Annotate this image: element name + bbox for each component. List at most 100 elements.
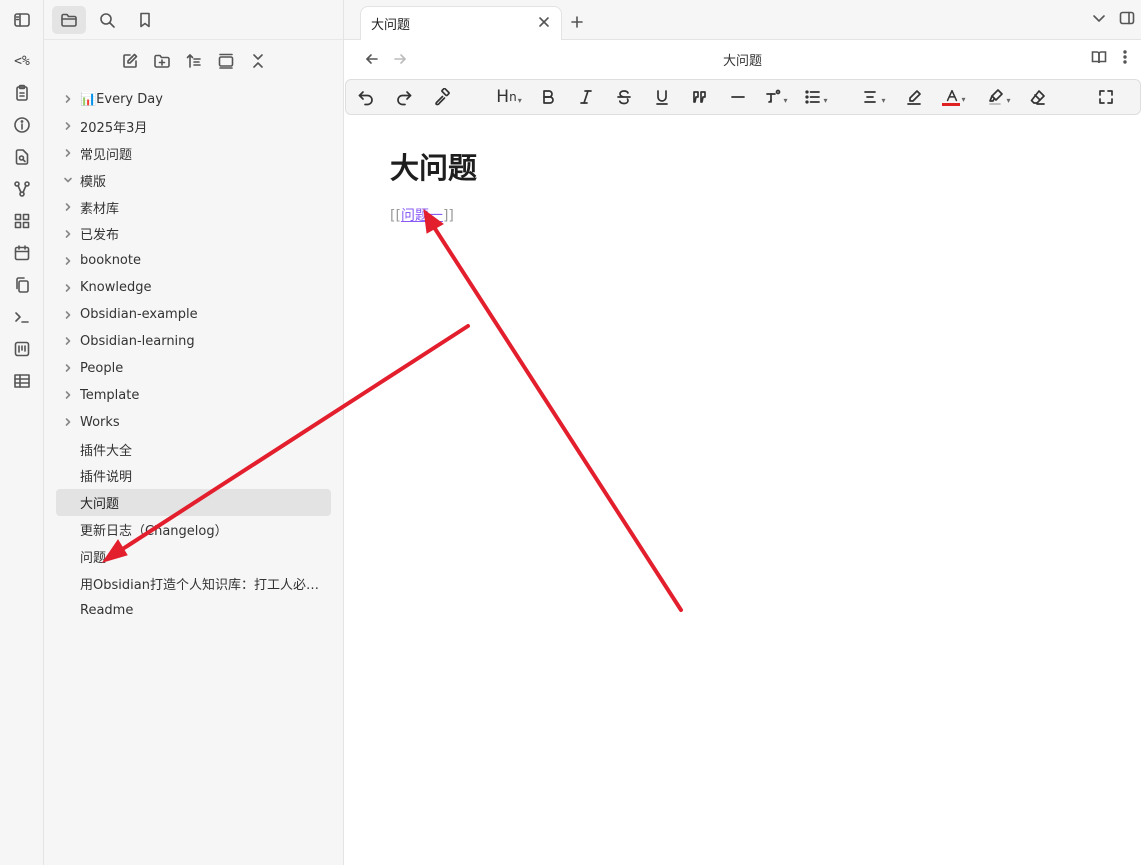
editing-toolbar: Hn ▾ ▾ ▾ ▾ ▾ ▾ (345, 79, 1141, 115)
new-note-icon[interactable] (116, 47, 144, 75)
heading-icon[interactable]: Hn ▾ (492, 82, 526, 112)
tree-folder[interactable]: 素材库 (56, 194, 331, 221)
tab-title: 大问题 (371, 18, 411, 33)
file-tree: 📊Every Day 2025年3月常见问题模版素材库已发布 booknote Kno… (44, 82, 343, 624)
graph-icon[interactable] (0, 173, 44, 205)
internal-link[interactable]: 问题一 (401, 208, 443, 224)
tree-file[interactable]: 更新日志（Changelog） (56, 516, 331, 543)
eraser-icon[interactable] (1026, 82, 1050, 112)
bookmark-tab-icon[interactable] (128, 6, 162, 34)
bold-icon[interactable] (536, 82, 560, 112)
tree-folder[interactable]: 模版 (56, 167, 331, 194)
left-ribbon: <% (0, 0, 44, 865)
strikethrough-icon[interactable] (612, 82, 636, 112)
tree-item-label: 大问题 (80, 497, 120, 513)
chevron-right-icon[interactable] (56, 417, 80, 427)
info-icon[interactable] (0, 109, 44, 141)
tree-item-label: 已发布 (80, 228, 120, 244)
chevron-right-icon[interactable] (56, 256, 80, 266)
chevron-right-icon[interactable] (56, 229, 80, 239)
kanban-icon[interactable] (0, 333, 44, 365)
tree-item-label: Obsidian-example (80, 307, 198, 323)
clipboard-icon[interactable] (0, 77, 44, 109)
chevron-right-icon[interactable] (56, 310, 80, 320)
template-icon[interactable]: <% (0, 45, 44, 77)
chevron-right-icon[interactable] (56, 148, 80, 158)
redo-icon[interactable] (392, 82, 416, 112)
tree-folder[interactable]: Obsidian-learning (56, 328, 331, 355)
blockquote-icon[interactable] (688, 82, 712, 112)
tree-folder[interactable]: 常见问题 (56, 140, 331, 167)
highlight-icon[interactable]: ▾ (984, 82, 1014, 112)
chevron-down-icon[interactable] (56, 175, 80, 185)
tree-folder[interactable]: 已发布 (56, 220, 331, 247)
list-icon[interactable]: ▾ (802, 82, 830, 112)
format-painter-icon[interactable] (430, 82, 454, 112)
grid-icon[interactable] (0, 205, 44, 237)
chevron-right-icon[interactable] (56, 121, 80, 131)
tab-bar: 大问题 (344, 0, 1141, 40)
chevron-right-icon[interactable] (56, 94, 80, 104)
note-content[interactable]: 大问题 [[问题一]] (390, 145, 477, 225)
align-icon[interactable]: ▾ (860, 82, 888, 112)
more-options-icon[interactable] (1117, 49, 1133, 69)
undo-icon[interactable] (354, 82, 378, 112)
chevron-right-icon[interactable] (56, 336, 80, 346)
sidebar-toggle-icon[interactable] (0, 4, 43, 36)
close-icon[interactable] (537, 15, 551, 33)
tree-item-label: People (80, 360, 124, 376)
tree-file[interactable]: 大问题 (56, 489, 331, 517)
tree-folder[interactable]: Template (56, 382, 331, 409)
back-arrow-icon[interactable] (358, 46, 386, 72)
tree-file[interactable]: 用Obsidian打造个人知识库：打工人必备... (56, 570, 331, 597)
new-folder-icon[interactable] (148, 47, 176, 75)
terminal-icon[interactable] (0, 301, 44, 333)
tree-item-label: 用Obsidian打造个人知识库：打工人必备... (80, 577, 330, 593)
chevron-right-icon[interactable] (56, 363, 80, 373)
tree-item-label: booknote (80, 253, 141, 269)
tree-file[interactable]: 插件说明 (56, 462, 331, 489)
tree-item-label: 插件说明 (80, 470, 133, 486)
reading-view-book-icon[interactable] (1091, 49, 1107, 69)
tree-item-label: 常见问题 (80, 147, 133, 163)
tree-folder[interactable]: 2025年3月 (56, 113, 331, 140)
horizontal-rule-icon[interactable] (726, 82, 750, 112)
copy-icon[interactable] (0, 269, 44, 301)
sort-icon[interactable] (180, 47, 208, 75)
fullscreen-icon[interactable] (1094, 82, 1118, 112)
superscript-icon[interactable]: ▾ (762, 82, 790, 112)
tree-item-label: 素材库 (80, 201, 120, 217)
file-search-icon[interactable] (0, 141, 44, 173)
tree-folder[interactable]: Knowledge (56, 274, 331, 301)
tree-folder[interactable]: 📊Every Day (56, 86, 331, 113)
underline-icon[interactable] (650, 82, 674, 112)
chevron-right-icon[interactable] (56, 283, 80, 293)
chevron-right-icon[interactable] (56, 390, 80, 400)
tree-file[interactable]: 插件大全 (56, 436, 331, 463)
chevron-right-icon[interactable] (56, 202, 80, 212)
search-tab-icon[interactable] (90, 6, 124, 34)
calendar-icon[interactable] (0, 237, 44, 269)
collapse-all-icon[interactable] (244, 47, 272, 75)
tree-folder[interactable]: Obsidian-example (56, 301, 331, 328)
right-sidebar-toggle-icon[interactable] (1119, 10, 1135, 30)
tree-file[interactable]: 问题 (56, 543, 331, 570)
files-tab-icon[interactable] (52, 5, 86, 34)
new-tab-icon[interactable] (562, 5, 592, 39)
template-icon-label: <% (14, 53, 30, 69)
clear-format-brush-icon[interactable] (902, 82, 926, 112)
tab-list-chevron-down-icon[interactable] (1091, 10, 1107, 30)
tree-item-label: 问题 (80, 551, 107, 567)
auto-reveal-icon[interactable] (212, 47, 240, 75)
tree-folder[interactable]: Works (56, 409, 331, 436)
text-color-icon[interactable]: ▾ (940, 82, 970, 112)
view-header: 大问题 (344, 40, 1141, 78)
forward-arrow-icon[interactable] (386, 46, 414, 72)
tree-folder[interactable]: People (56, 355, 331, 382)
tab-active-note[interactable]: 大问题 (360, 6, 562, 40)
tree-item-label: Works (80, 414, 120, 430)
table-icon[interactable] (0, 365, 44, 397)
tree-folder[interactable]: booknote (56, 247, 331, 274)
tree-file[interactable]: Readme (56, 597, 331, 624)
italic-icon[interactable] (574, 82, 598, 112)
